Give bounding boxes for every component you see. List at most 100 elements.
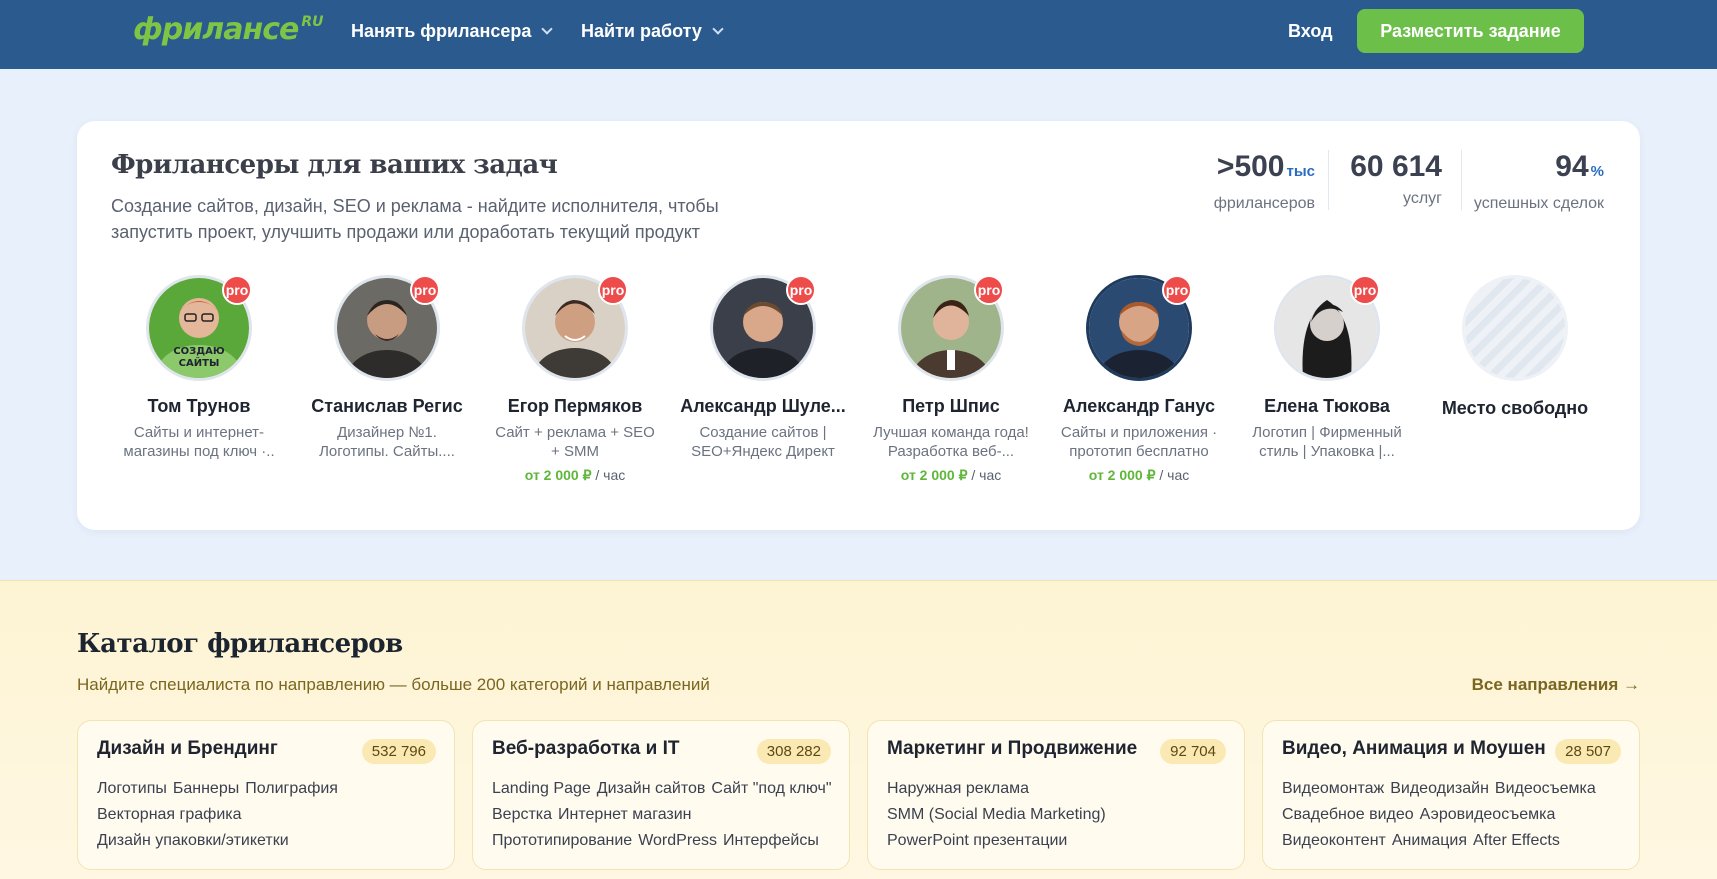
- category-link[interactable]: WordPress: [638, 832, 717, 849]
- category-link[interactable]: Верстка: [492, 806, 552, 823]
- category-card-web[interactable]: Веб-разработка и IT 308 282 Landing Page…: [472, 720, 850, 870]
- stat-label: услуг: [1403, 190, 1442, 207]
- category-card-video[interactable]: Видео, Анимация и Моушен 28 507 Видеомон…: [1262, 720, 1640, 870]
- category-link[interactable]: Полиграфия: [245, 780, 338, 797]
- freelancer-name: Станислав Регис: [311, 396, 463, 416]
- category-link[interactable]: Видеоконтент: [1282, 832, 1386, 849]
- rate-suffix: / час: [967, 467, 1002, 483]
- chevron-down-icon: [712, 23, 724, 35]
- category-count-badge: 532 796: [361, 739, 436, 764]
- rate-value: от 2 000 ₽: [524, 467, 592, 483]
- freelancer-card[interactable]: pro Александр Ганус Сайты и приложения ·…: [1055, 275, 1223, 484]
- pro-badge: pro: [974, 275, 1004, 305]
- rate-value: от 2 000 ₽: [1088, 467, 1156, 483]
- section-title: Фрилансеры для ваших задач: [111, 150, 558, 180]
- freelancer-rate: от 2 000 ₽ / час: [867, 467, 1035, 484]
- category-link[interactable]: Landing Page: [492, 780, 591, 797]
- category-links: Логотипы Баннеры Полиграфия Векторная граф…: [97, 776, 444, 854]
- category-link[interactable]: Интернет магазин: [558, 806, 691, 823]
- post-task-button[interactable]: Разместить задание: [1357, 9, 1584, 53]
- logo-ru: RU: [301, 14, 324, 30]
- category-link[interactable]: Дизайн сайтов: [597, 780, 706, 797]
- category-link[interactable]: SMM (Social Media Marketing): [887, 806, 1106, 823]
- category-link[interactable]: Баннеры: [173, 780, 239, 797]
- pro-badge: pro: [598, 275, 628, 305]
- category-link[interactable]: Аэровидеосъемка: [1420, 806, 1556, 823]
- nav-find-work-label: Найти работу: [581, 21, 702, 41]
- freelancer-name: Том Трунов: [147, 396, 251, 416]
- stat-success: 94% успешных сделок: [1472, 149, 1604, 213]
- category-card-design[interactable]: Дизайн и Брендинг 532 796 Логотипы Баннер…: [77, 720, 455, 870]
- freelancer-description: Дизайнер №1. Логотипы. Сайты....: [319, 424, 455, 460]
- category-link[interactable]: Векторная графика: [97, 806, 242, 823]
- stat-unit: тыс: [1286, 163, 1316, 180]
- rate-value: от 2 000 ₽: [900, 467, 968, 483]
- category-count-badge: 28 507: [1555, 739, 1621, 764]
- freelancer-card[interactable]: pro Елена Тюкова Логотип | Фирменный сти…: [1243, 275, 1411, 461]
- category-link[interactable]: Прототипирование: [492, 832, 632, 849]
- freelancer-card[interactable]: pro Егор Пермяков Сайт + реклама + SEO +…: [491, 275, 659, 484]
- nav-find-work[interactable]: Найти работу: [581, 0, 724, 63]
- category-link[interactable]: Наружная реклама: [887, 780, 1029, 797]
- category-title: Дизайн и Брендинг: [97, 738, 278, 759]
- nav-hire-freelancer[interactable]: Нанять фрилансера: [351, 0, 554, 63]
- site-logo[interactable]: фрилансе RU: [133, 12, 324, 48]
- stat-unit: %: [1590, 163, 1604, 180]
- pro-badge: pro: [1350, 275, 1380, 305]
- category-link[interactable]: Анимация: [1392, 832, 1467, 849]
- category-links: Наружная реклама SMM (Social Media Marke…: [887, 776, 1234, 854]
- category-title: Веб-разработка и IT: [492, 738, 680, 759]
- freelancer-card[interactable]: pro Станислав Регис Дизайнер №1. Логотип…: [303, 275, 471, 461]
- category-link[interactable]: Видеодизайн: [1390, 780, 1489, 797]
- freelancer-card[interactable]: pro Александр Шуле... Создание сайтов | …: [679, 275, 847, 461]
- category-links: Видеомонтаж Видеодизайн Видеосъемка Свадеб…: [1282, 776, 1629, 854]
- category-link[interactable]: Видеомонтаж: [1282, 780, 1384, 797]
- pro-badge: pro: [410, 275, 440, 305]
- top-navbar: фрилансе RU Нанять фрилансера Найти рабо…: [0, 0, 1717, 69]
- freelancer-description: Сайты и приложения · прототип бесплатно: [1060, 424, 1218, 460]
- rate-suffix: / час: [591, 467, 626, 483]
- section-subtitle: Создание сайтов, дизайн, SEO и реклама -…: [111, 196, 719, 242]
- avatar-shirt-text: СОЗДАЮ: [173, 346, 225, 357]
- all-directions-link[interactable]: Все направления →: [1472, 675, 1640, 695]
- pro-badge: pro: [222, 275, 252, 305]
- stat-value: 60 614: [1350, 150, 1442, 183]
- category-title: Маркетинг и Продвижение: [887, 738, 1138, 759]
- free-slot-title: Место свободно: [1441, 398, 1589, 418]
- category-link[interactable]: After Effects: [1473, 832, 1560, 849]
- rate-suffix: / час: [1155, 467, 1190, 483]
- freelancer-name: Егор Пермяков: [507, 396, 643, 416]
- login-link[interactable]: Вход: [1288, 0, 1333, 63]
- freelancer-description: Сайт + реклама + SEO + SMM: [495, 424, 655, 460]
- freelancer-name: Елена Тюкова: [1264, 396, 1390, 416]
- chevron-down-icon: [541, 23, 554, 35]
- svg-text:САЙТЫ: САЙТЫ: [179, 356, 220, 369]
- free-slot-card[interactable]: Место свободно: [1431, 275, 1599, 419]
- catalog-title: Каталог фрилансеров: [77, 629, 403, 659]
- catalog-subtitle: Найдите специалиста по направлению — бол…: [77, 675, 710, 694]
- category-link[interactable]: Видеосъемка: [1495, 780, 1596, 797]
- category-link[interactable]: Логотипы: [97, 780, 167, 797]
- stat-freelancers: >500 тыс фрилансеров: [1202, 149, 1315, 213]
- freelancer-card[interactable]: pro Петр Шпис Лучшая команда года! Разра…: [867, 275, 1035, 484]
- placeholder-avatar: [1462, 275, 1568, 381]
- divider: [1328, 150, 1329, 210]
- category-count-badge: 92 704: [1160, 739, 1226, 764]
- divider: [1461, 150, 1462, 210]
- category-link[interactable]: PowerPoint презентации: [887, 832, 1067, 849]
- category-link[interactable]: Интерфейсы: [723, 832, 819, 849]
- category-link[interactable]: Дизайн упаковки/этикетки: [97, 832, 289, 849]
- category-count-badge: 308 282: [756, 739, 831, 764]
- stat-services: 60 614 услуг: [1342, 149, 1442, 208]
- category-card-marketing[interactable]: Маркетинг и Продвижение 92 704 Наружная …: [867, 720, 1245, 870]
- freelancer-card[interactable]: СОЗДАЮ САЙТЫ pro Том Трунов Сайты и инте…: [115, 275, 283, 461]
- freelancers-card: Фрилансеры для ваших задач Создание сайт…: [77, 121, 1640, 530]
- pro-badge: pro: [786, 275, 816, 305]
- freelancer-name: Александр Шуле...: [680, 396, 846, 416]
- category-link[interactable]: Свадебное видео: [1282, 806, 1414, 823]
- nav-hire-label: Нанять фрилансера: [351, 21, 532, 41]
- logo-text: фрилансе: [133, 12, 299, 47]
- category-link[interactable]: Сайт "под ключ": [711, 780, 831, 797]
- catalog-section: Каталог фрилансеров Найдите специалиста …: [0, 580, 1717, 879]
- category-links: Landing Page Дизайн сайтов Сайт "под ключ"…: [492, 776, 839, 854]
